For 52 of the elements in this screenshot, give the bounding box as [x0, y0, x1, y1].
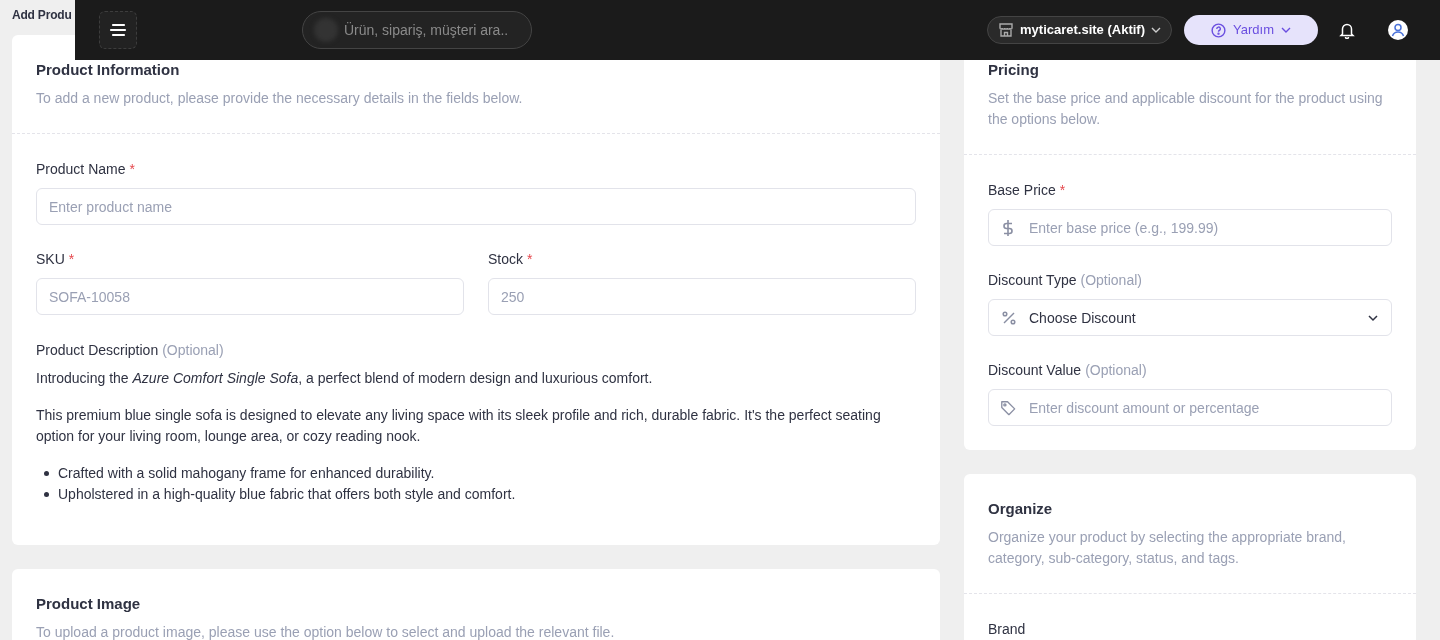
chevron-down-icon	[1367, 313, 1379, 322]
store-selector[interactable]: myticaret.site (Aktif)	[987, 16, 1172, 44]
list-item: Crafted with a solid mahogany frame for enhanced durability.	[58, 464, 435, 483]
user-avatar-icon[interactable]	[1388, 20, 1408, 40]
input-field[interactable]: Enter product name	[36, 188, 916, 225]
field-label: Base Price	[988, 181, 1056, 200]
chevron-down-icon	[1151, 27, 1161, 33]
card-title: Pricing	[988, 60, 1040, 80]
select-field[interactable]: Choose Discount	[988, 299, 1392, 336]
input-field[interactable]: 250	[488, 278, 916, 315]
search-field[interactable]: Ürün, sipariş, müşteri ara..	[302, 11, 532, 49]
card-title: Organize	[988, 499, 1054, 519]
dollar-icon	[1001, 218, 1015, 237]
tag-icon	[1000, 398, 1016, 417]
select-value: Choose Discount	[1029, 308, 1137, 328]
optional-label: (Optional)	[1080, 271, 1142, 290]
required-mark: *	[68, 250, 75, 269]
input-field[interactable]: SOFA-10058	[36, 278, 464, 315]
menu-button[interactable]	[99, 11, 137, 49]
page-title: Add Produ	[12, 7, 72, 24]
optional-label: (Optional)	[162, 341, 224, 360]
card-description: Set the base price and applicable discount for the product using the options below.	[988, 89, 1384, 129]
field-label: Product Description	[36, 341, 159, 360]
card-title: Product Image	[36, 594, 142, 614]
input-field[interactable]: Enter discount amount or percentage	[988, 389, 1392, 426]
required-mark: *	[1059, 181, 1066, 200]
card-description: To upload a product image, please use the option below to select and upload the relevant file.	[36, 623, 616, 640]
field-label: Discount Value	[988, 361, 1082, 380]
input-field[interactable]: Enter base price (e.g., 199.99)	[988, 209, 1392, 246]
menu-icon	[109, 23, 127, 37]
bullet-icon	[44, 492, 49, 497]
chevron-down-icon	[1280, 27, 1291, 33]
store-icon	[998, 22, 1014, 38]
percent-icon	[1001, 309, 1017, 326]
list-item: Upholstered in a high-quality blue fabric that offers both style and comfort.	[58, 485, 516, 504]
help-button[interactable]: Yardım	[1184, 15, 1318, 45]
field-label: Brand	[988, 620, 1027, 639]
field-label: SKU	[36, 250, 65, 269]
required-mark: *	[527, 250, 533, 269]
notification-bell-icon[interactable]	[1338, 21, 1356, 39]
optional-label: (Optional)	[1085, 361, 1147, 380]
paragraph: This premium blue single sofa is designed to elevate any living space with its sleek profile and rich, durable fabric. It's the perfect seating option for your living room, lounge area, or cozy reading nook.	[36, 406, 882, 446]
card-description: To add a new product, please provide the necessary details in the fields below.	[36, 89, 524, 108]
required-mark: *	[129, 160, 135, 179]
card-title: Product Information	[36, 60, 181, 80]
field-label: Stock	[488, 250, 523, 269]
card-description: Organize your product by selecting the appropriate brand, category, sub-category, status, and tags.	[988, 528, 1347, 568]
help-icon	[1211, 22, 1227, 38]
field-label: Product Name	[36, 160, 126, 179]
bullet-icon	[44, 471, 49, 476]
field-label: Discount Type	[988, 271, 1077, 290]
paragraph: Introducing the Azure Comfort Single Sofa, a perfect blend of modern design and luxurious comfort.	[36, 369, 654, 388]
